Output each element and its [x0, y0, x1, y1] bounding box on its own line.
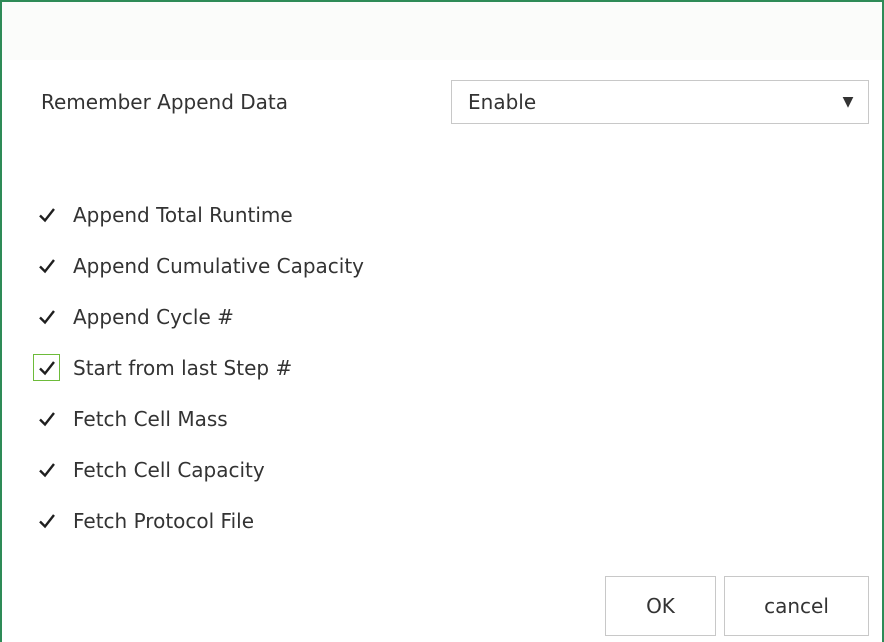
- checkmark-icon: [38, 462, 55, 477]
- option-label: Fetch Cell Capacity: [73, 457, 265, 482]
- checkbox[interactable]: [33, 456, 60, 483]
- option-append-cycle[interactable]: Append Cycle #: [33, 291, 364, 342]
- option-append-cumulative-capacity[interactable]: Append Cumulative Capacity: [33, 240, 364, 291]
- option-label: Fetch Cell Mass: [73, 406, 228, 431]
- option-label: Fetch Protocol File: [73, 508, 255, 533]
- option-label: Append Cumulative Capacity: [73, 253, 365, 278]
- option-label: Start from last Step #: [73, 355, 293, 380]
- checkbox[interactable]: [33, 252, 60, 279]
- checkmark-icon: [38, 207, 55, 222]
- checkbox[interactable]: [33, 201, 60, 228]
- caret-down-icon[interactable]: ▼: [828, 94, 868, 110]
- remember-append-data-label: Remember Append Data: [41, 90, 289, 114]
- option-fetch-cell-capacity[interactable]: Fetch Cell Capacity: [33, 444, 364, 495]
- option-start-from-last-step[interactable]: Start from last Step #: [33, 342, 364, 393]
- checkmark-icon: [38, 411, 55, 426]
- cancel-button[interactable]: cancel: [724, 576, 869, 636]
- checkbox[interactable]: [33, 303, 60, 330]
- checkmark-icon: [38, 258, 55, 273]
- checkmark-icon: [38, 513, 55, 528]
- option-label: Append Total Runtime: [73, 202, 293, 227]
- append-data-dialog: Remember Append Data Enable ▼ Append Tot…: [0, 0, 884, 642]
- option-label: Append Cycle #: [73, 304, 234, 329]
- select-value: Enable: [468, 90, 537, 114]
- option-append-total-runtime[interactable]: Append Total Runtime: [33, 189, 364, 240]
- option-fetch-protocol-file[interactable]: Fetch Protocol File: [33, 495, 364, 546]
- option-fetch-cell-mass[interactable]: Fetch Cell Mass: [33, 393, 364, 444]
- ok-button[interactable]: OK: [605, 576, 716, 636]
- dialog-header-band: [2, 2, 882, 60]
- options-checklist: Append Total Runtime Append Cumulative C…: [33, 189, 364, 546]
- remember-append-data-select[interactable]: Enable ▼: [451, 80, 869, 124]
- checkmark-icon: [38, 360, 55, 375]
- checkmark-icon: [38, 309, 55, 324]
- checkbox[interactable]: [33, 507, 60, 534]
- checkbox[interactable]: [33, 405, 60, 432]
- checkbox[interactable]: [33, 354, 60, 381]
